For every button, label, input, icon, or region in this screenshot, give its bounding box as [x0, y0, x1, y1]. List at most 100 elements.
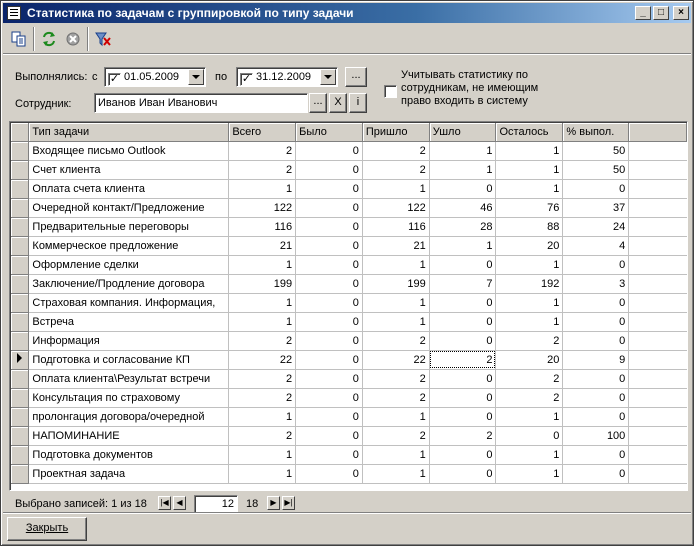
column-task-type-cell[interactable]: Страховая компания. Информация, [28, 293, 230, 313]
column-percent-cell[interactable]: 0 [562, 388, 630, 408]
column-was-cell[interactable]: 0 [295, 255, 363, 275]
column-left-cell[interactable]: 0 [429, 293, 497, 313]
table-row[interactable]: Подготовка документов 1 0 1 0 1 0 [11, 445, 687, 465]
column-was-cell[interactable]: 0 [295, 141, 363, 161]
column-percent-cell[interactable]: 0 [562, 464, 630, 484]
column-left-cell[interactable]: 2 [429, 426, 497, 446]
column-was-cell[interactable]: 0 [295, 217, 363, 237]
table-row[interactable]: Проектная задача 1 0 1 0 1 0 [11, 464, 687, 484]
table-row[interactable]: Оплата клиента\Результат встречи 2 0 2 0 2 0 [11, 369, 687, 389]
row-indicator[interactable] [11, 293, 30, 313]
column-task-type-cell[interactable]: Проектная задача [28, 464, 230, 484]
column-was-cell[interactable]: 0 [295, 388, 363, 408]
column-was-cell[interactable]: 0 [295, 274, 363, 294]
row-indicator[interactable] [11, 255, 30, 275]
row-indicator[interactable] [11, 312, 30, 332]
column-left-cell[interactable]: 1 [429, 141, 497, 161]
column-left-cell[interactable]: 0 [429, 331, 497, 351]
column-was-cell[interactable]: 0 [295, 293, 363, 313]
table-row[interactable]: Заключение/Продление договора 199 0 199 7 192… [11, 274, 687, 294]
column-total-cell[interactable]: 2 [228, 388, 297, 408]
column-remaining-cell[interactable]: 1 [495, 179, 564, 199]
column-left-cell[interactable]: 1 [429, 236, 497, 256]
column-percent-cell[interactable]: 0 [562, 312, 630, 332]
row-indicator[interactable] [11, 369, 30, 389]
stats-option-checkbox[interactable] [384, 85, 397, 98]
column-remaining-cell[interactable]: 1 [495, 407, 564, 427]
column-task-type-cell[interactable]: пролонгация договора/очередной [28, 407, 230, 427]
to-date-checkbox[interactable]: ✓ [240, 73, 253, 86]
row-indicator[interactable] [11, 274, 30, 294]
column-total-cell[interactable]: 21 [228, 236, 297, 256]
column-left-cell[interactable]: 0 [429, 255, 497, 275]
column-percent-cell[interactable]: 0 [562, 293, 630, 313]
column-remaining-header[interactable]: Осталось [495, 123, 564, 142]
column-came-cell[interactable]: 2 [362, 160, 430, 180]
maximize-button[interactable]: □ [653, 6, 669, 20]
from-date-dropdown[interactable] [188, 69, 204, 85]
row-indicator[interactable] [11, 198, 30, 218]
column-percent-cell[interactable]: 50 [562, 141, 630, 161]
column-percent-cell[interactable]: 0 [562, 255, 630, 275]
column-task-type-header[interactable]: Тип задачи [28, 123, 230, 142]
table-row[interactable]: Оплата счета клиента 1 0 1 0 1 0 [11, 179, 687, 199]
column-task-type-cell[interactable]: Подготовка и согласование КП [28, 350, 230, 370]
column-came-cell[interactable]: 2 [362, 426, 430, 446]
table-row[interactable]: НАПОМИНАНИЕ 2 0 2 2 0 100 [11, 426, 687, 446]
column-left-cell[interactable]: 2 [429, 350, 497, 370]
column-was-cell[interactable]: 0 [295, 160, 363, 180]
to-date-dropdown[interactable] [320, 69, 336, 85]
column-was-cell[interactable]: 0 [295, 312, 363, 332]
column-came-cell[interactable]: 2 [362, 388, 430, 408]
column-total-cell[interactable]: 1 [228, 255, 297, 275]
column-was-cell[interactable]: 0 [295, 426, 363, 446]
column-task-type-cell[interactable]: Оформление сделки [28, 255, 230, 275]
copy-button[interactable] [7, 28, 31, 50]
column-percent-cell[interactable]: 0 [562, 407, 630, 427]
column-total-cell[interactable]: 1 [228, 445, 297, 465]
employee-info-button[interactable]: i [349, 93, 367, 113]
row-indicator[interactable] [11, 141, 30, 161]
column-task-type-cell[interactable]: Счет клиента [28, 160, 230, 180]
column-remaining-cell[interactable]: 1 [495, 445, 564, 465]
column-came-cell[interactable]: 1 [362, 312, 430, 332]
row-indicator[interactable] [11, 179, 30, 199]
column-percent-cell[interactable]: 50 [562, 160, 630, 180]
column-came-cell[interactable]: 199 [362, 274, 430, 294]
column-percent-cell[interactable]: 0 [562, 179, 630, 199]
row-indicator[interactable] [11, 236, 30, 256]
column-was-cell[interactable]: 0 [295, 369, 363, 389]
column-remaining-cell[interactable]: 2 [495, 388, 564, 408]
column-total-cell[interactable]: 2 [228, 160, 297, 180]
column-total-cell[interactable]: 2 [228, 369, 297, 389]
clear-filter-button[interactable] [91, 28, 115, 50]
column-percent-cell[interactable]: 24 [562, 217, 630, 237]
minimize-button[interactable]: _ [635, 6, 651, 20]
column-task-type-cell[interactable]: НАПОМИНАНИЕ [28, 426, 230, 446]
column-left-header[interactable]: Ушло [429, 123, 497, 142]
row-indicator[interactable] [11, 350, 30, 370]
stop-button[interactable] [61, 28, 85, 50]
column-total-cell[interactable]: 2 [228, 426, 297, 446]
from-date-checkbox[interactable]: ✓ [108, 73, 121, 86]
column-remaining-cell[interactable]: 2 [495, 331, 564, 351]
column-left-cell[interactable]: 0 [429, 312, 497, 332]
column-left-cell[interactable]: 28 [429, 217, 497, 237]
column-task-type-cell[interactable]: Информация [28, 331, 230, 351]
next-record-button[interactable]: ▶ [267, 496, 280, 510]
column-remaining-cell[interactable]: 20 [495, 236, 564, 256]
table-row[interactable]: Страховая компания. Информация, 1 0 1 0 1 0 [11, 293, 687, 313]
column-total-cell[interactable]: 22 [228, 350, 297, 370]
first-record-button[interactable]: |◀ [158, 496, 171, 510]
from-date-field[interactable]: ✓ 01.05.2009 [104, 67, 206, 87]
column-remaining-cell[interactable]: 20 [495, 350, 564, 370]
column-came-cell[interactable]: 2 [362, 141, 430, 161]
employee-select-button[interactable]: ... [309, 93, 327, 113]
column-total-cell[interactable]: 122 [228, 198, 297, 218]
row-indicator[interactable] [11, 426, 30, 446]
column-percent-cell[interactable]: 3 [562, 274, 630, 294]
close-window-button[interactable]: × [673, 6, 689, 20]
table-row[interactable]: Входящее письмо Outlook 2 0 2 1 1 50 [11, 141, 687, 161]
column-was-cell[interactable]: 0 [295, 464, 363, 484]
column-total-header[interactable]: Всего [228, 123, 297, 142]
